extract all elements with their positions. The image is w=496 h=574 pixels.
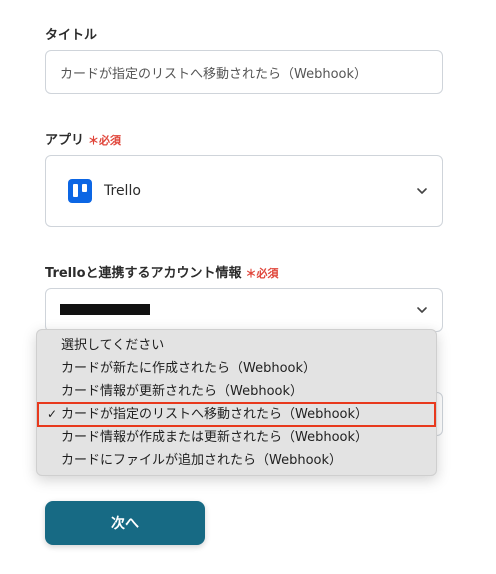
required-mark: ＊必須	[88, 134, 122, 147]
title-field-label: タイトル	[45, 28, 98, 43]
dropdown-option[interactable]: 選択してください	[37, 334, 436, 357]
dropdown-option[interactable]: カード情報が更新されたら（Webhook）	[37, 380, 436, 403]
trello-logo-icon	[68, 179, 92, 203]
app-name: Trello	[104, 183, 141, 199]
dropdown-option-selected[interactable]: ✓ カードが指定のリストへ移動されたら（Webhook）	[37, 402, 436, 427]
app-select[interactable]: Trello	[45, 155, 443, 227]
app-label-text: アプリ	[45, 133, 85, 148]
dropdown-option[interactable]: カードが新たに作成されたら（Webhook）	[37, 357, 436, 380]
trigger-dropdown-menu[interactable]: 選択してください カードが新たに作成されたら（Webhook） カード情報が更新…	[36, 329, 437, 476]
account-label-text: Trelloと連携するアカウント情報	[45, 266, 242, 281]
dropdown-option[interactable]: カード情報が作成または更新されたら（Webhook）	[37, 426, 436, 449]
account-select[interactable]	[45, 288, 443, 332]
required-mark: ＊必須	[245, 267, 279, 280]
check-icon: ✓	[47, 407, 58, 421]
dropdown-option[interactable]: カードにファイルが追加されたら（Webhook）	[37, 449, 436, 472]
app-field-label: アプリ ＊必須	[45, 129, 121, 148]
title-input[interactable]: カードが指定のリストへ移動されたら（Webhook）	[45, 50, 443, 94]
account-field-label: Trelloと連携するアカウント情報 ＊必須	[45, 262, 279, 281]
dropdown-option-label: カードが指定のリストへ移動されたら（Webhook）	[61, 407, 369, 422]
next-button[interactable]: 次へ	[45, 501, 205, 545]
chevron-down-icon	[417, 307, 427, 313]
redacted-account-name	[60, 304, 150, 315]
chevron-down-icon	[417, 188, 427, 194]
